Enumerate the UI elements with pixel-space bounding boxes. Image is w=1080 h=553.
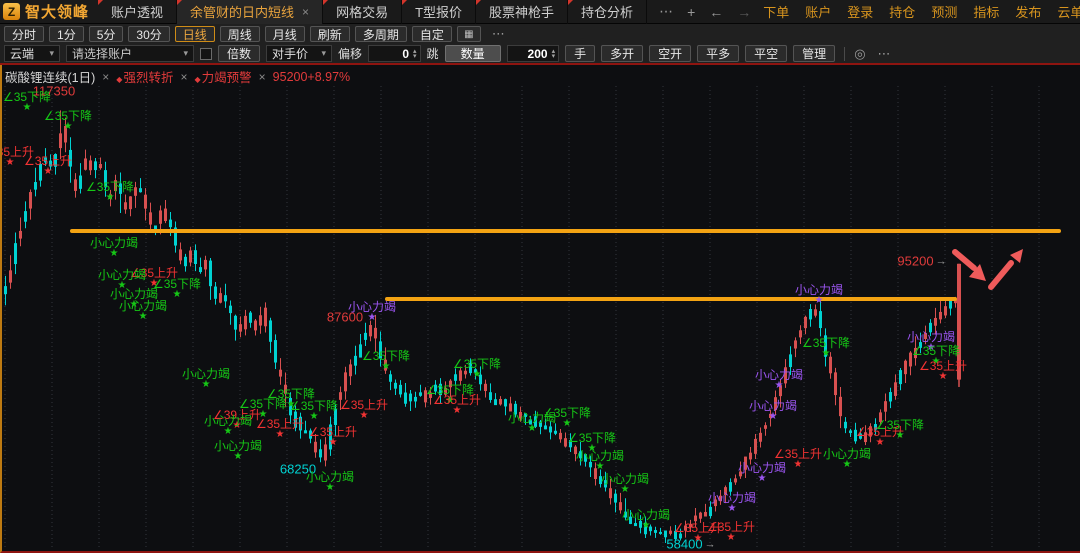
- period-button-1分[interactable]: 1分: [49, 26, 84, 42]
- tab-持仓分析[interactable]: 持仓分析: [568, 0, 647, 24]
- symbol-label: 碳酸锂连续(1日): [5, 67, 95, 86]
- lots-unit-button[interactable]: 手: [565, 45, 595, 62]
- order-button-空开[interactable]: 空开: [649, 45, 691, 62]
- link-指标[interactable]: 指标: [973, 2, 999, 21]
- last-quote-label: 95200+8.97%: [273, 70, 351, 84]
- period-more-icon[interactable]: ⋯: [486, 26, 512, 42]
- link-下单[interactable]: 下单: [763, 2, 789, 21]
- price-mode-value: 对手价: [272, 45, 308, 62]
- trade-toolbar: 云端 ▾ 请选择账户 ▾ 倍数 对手价 ▾ 偏移 0 ▴▾ 跳 数量 200 ▴…: [0, 44, 1080, 65]
- tab-alert-triangle-icon: [98, 0, 103, 5]
- period-button-5分[interactable]: 5分: [89, 26, 124, 42]
- tab-overflow-icon[interactable]: ⋯: [659, 3, 673, 20]
- add-tab-icon[interactable]: +: [687, 4, 695, 20]
- account-select-placeholder: 请选择账户: [72, 45, 132, 62]
- forward-icon[interactable]: →: [737, 4, 751, 20]
- period-button-刷新[interactable]: 刷新: [310, 26, 350, 42]
- trade-more-icon[interactable]: ⋯: [872, 46, 898, 62]
- server-select-value: 云端: [10, 45, 34, 62]
- tab-tools: ⋯ + ← →: [647, 3, 763, 20]
- quantity-stepper[interactable]: 200 ▴▾: [507, 45, 560, 62]
- app-window: Z 智大领峰 账户透视 余管财的日内短线 × 网格交易 T型报价 股票神枪手 持仓分析 ⋯ …: [0, 0, 1080, 553]
- layout-icon: ▦: [464, 29, 473, 40]
- tab-alert-triangle-icon: [476, 0, 481, 5]
- close-icon[interactable]: ×: [102, 70, 109, 84]
- tab-股票神枪手[interactable]: 股票神枪手: [476, 0, 568, 24]
- link-发布[interactable]: 发布: [1015, 2, 1041, 21]
- period-button-日线[interactable]: 日线: [175, 26, 215, 42]
- toolbar-divider: [844, 47, 845, 61]
- period-buttons: 分时 1分 5分30分日线周线月线刷新多周期自定: [4, 26, 452, 42]
- order-button-管理[interactable]: 管理: [793, 45, 835, 62]
- quick-links: 下单账户登录持仓预测指标发布云单网格选股: [763, 2, 1080, 21]
- tab-label: 持仓分析: [581, 2, 633, 21]
- candlestick-chart[interactable]: [2, 65, 1080, 549]
- period-button-分时[interactable]: 分时: [4, 26, 44, 42]
- quantity-button[interactable]: 数量: [445, 45, 501, 62]
- close-icon[interactable]: ×: [259, 70, 266, 84]
- quantity-value: 200: [514, 47, 548, 61]
- tab-alert-triangle-icon: [568, 0, 573, 5]
- tab-alert-triangle-icon: [177, 0, 182, 5]
- app-logo-icon: Z: [3, 3, 20, 20]
- stepper-arrows-icon[interactable]: ▴▾: [552, 49, 556, 59]
- multiplier-button[interactable]: 倍数: [218, 45, 260, 62]
- chart-area[interactable]: 11735095200→876006825058400→∠35下降★∠35下降★…: [0, 65, 1080, 553]
- price-mode-select[interactable]: 对手价 ▾: [266, 45, 332, 62]
- tab-label: 网格交易: [336, 2, 388, 21]
- link-预测[interactable]: 预测: [931, 2, 957, 21]
- layout-icon-button[interactable]: ▦: [457, 26, 481, 42]
- offset-stepper[interactable]: 0 ▴▾: [368, 45, 421, 62]
- period-button-自定[interactable]: 自定: [412, 26, 452, 42]
- period-button-30分[interactable]: 30分: [128, 26, 169, 42]
- tab-label: 余管财的日内短线: [190, 2, 294, 21]
- indicator-bullet-icon: ◆: [194, 75, 200, 84]
- link-登录[interactable]: 登录: [847, 2, 873, 21]
- tab-label: 股票神枪手: [489, 2, 554, 21]
- indicator-bullet-icon: ◆: [116, 75, 122, 84]
- chart-legend: 碳酸锂连续(1日) × ◆强烈转折 × ◆力竭预警 × 95200+8.97%: [5, 67, 350, 86]
- order-button-平空[interactable]: 平空: [745, 45, 787, 62]
- back-icon[interactable]: ←: [709, 4, 723, 20]
- chevron-down-icon: ▾: [49, 48, 54, 59]
- indicator-label: ◆力竭预警: [194, 67, 251, 86]
- document-tabs: 账户透视 余管财的日内短线 × 网格交易 T型报价 股票神枪手 持仓分析: [98, 0, 647, 24]
- tab-alert-triangle-icon: [323, 0, 328, 5]
- indicator-label: ◆强烈转折: [116, 67, 173, 86]
- period-button-多周期[interactable]: 多周期: [355, 26, 407, 42]
- app-title: 智大领峰: [25, 1, 89, 22]
- order-button-多开[interactable]: 多开: [601, 45, 643, 62]
- period-button-周线[interactable]: 周线: [220, 26, 260, 42]
- tab-label: 账户透视: [111, 2, 163, 21]
- account-checkbox[interactable]: [200, 48, 212, 60]
- offset-unit-label: 跳: [427, 45, 439, 62]
- app-logo: Z 智大领峰: [0, 1, 98, 22]
- stepper-arrows-icon[interactable]: ▴▾: [413, 49, 417, 59]
- order-buttons: 多开空开平多平空管理: [601, 45, 835, 62]
- server-select[interactable]: 云端 ▾: [4, 45, 60, 62]
- offset-label: 偏移: [338, 45, 362, 62]
- tab-余管财的日内短线[interactable]: 余管财的日内短线 ×: [177, 0, 323, 24]
- period-toolbar: 分时 1分 5分30分日线周线月线刷新多周期自定 ▦ ⋯: [0, 24, 1080, 44]
- chevron-down-icon: ▾: [183, 48, 188, 59]
- order-button-平多[interactable]: 平多: [697, 45, 739, 62]
- link-云单[interactable]: 云单: [1057, 2, 1080, 21]
- tab-网格交易[interactable]: 网格交易: [323, 0, 402, 24]
- tab-close-icon[interactable]: ×: [302, 5, 309, 19]
- tab-T型报价[interactable]: T型报价: [402, 0, 476, 24]
- link-持仓[interactable]: 持仓: [889, 2, 915, 21]
- tab-label: T型报价: [415, 2, 462, 21]
- tab-alert-triangle-icon: [402, 0, 407, 5]
- tab-账户透视[interactable]: 账户透视: [98, 0, 177, 24]
- link-账户[interactable]: 账户: [805, 2, 831, 21]
- offset-value: 0: [375, 47, 409, 61]
- period-button-月线[interactable]: 月线: [265, 26, 305, 42]
- chevron-down-icon: ▾: [321, 48, 326, 59]
- title-tab-bar: Z 智大领峰 账户透视 余管财的日内短线 × 网格交易 T型报价 股票神枪手 持仓分析 ⋯ …: [0, 0, 1080, 24]
- target-icon[interactable]: ◎: [854, 46, 865, 62]
- close-icon[interactable]: ×: [180, 70, 187, 84]
- account-select[interactable]: 请选择账户 ▾: [66, 45, 194, 62]
